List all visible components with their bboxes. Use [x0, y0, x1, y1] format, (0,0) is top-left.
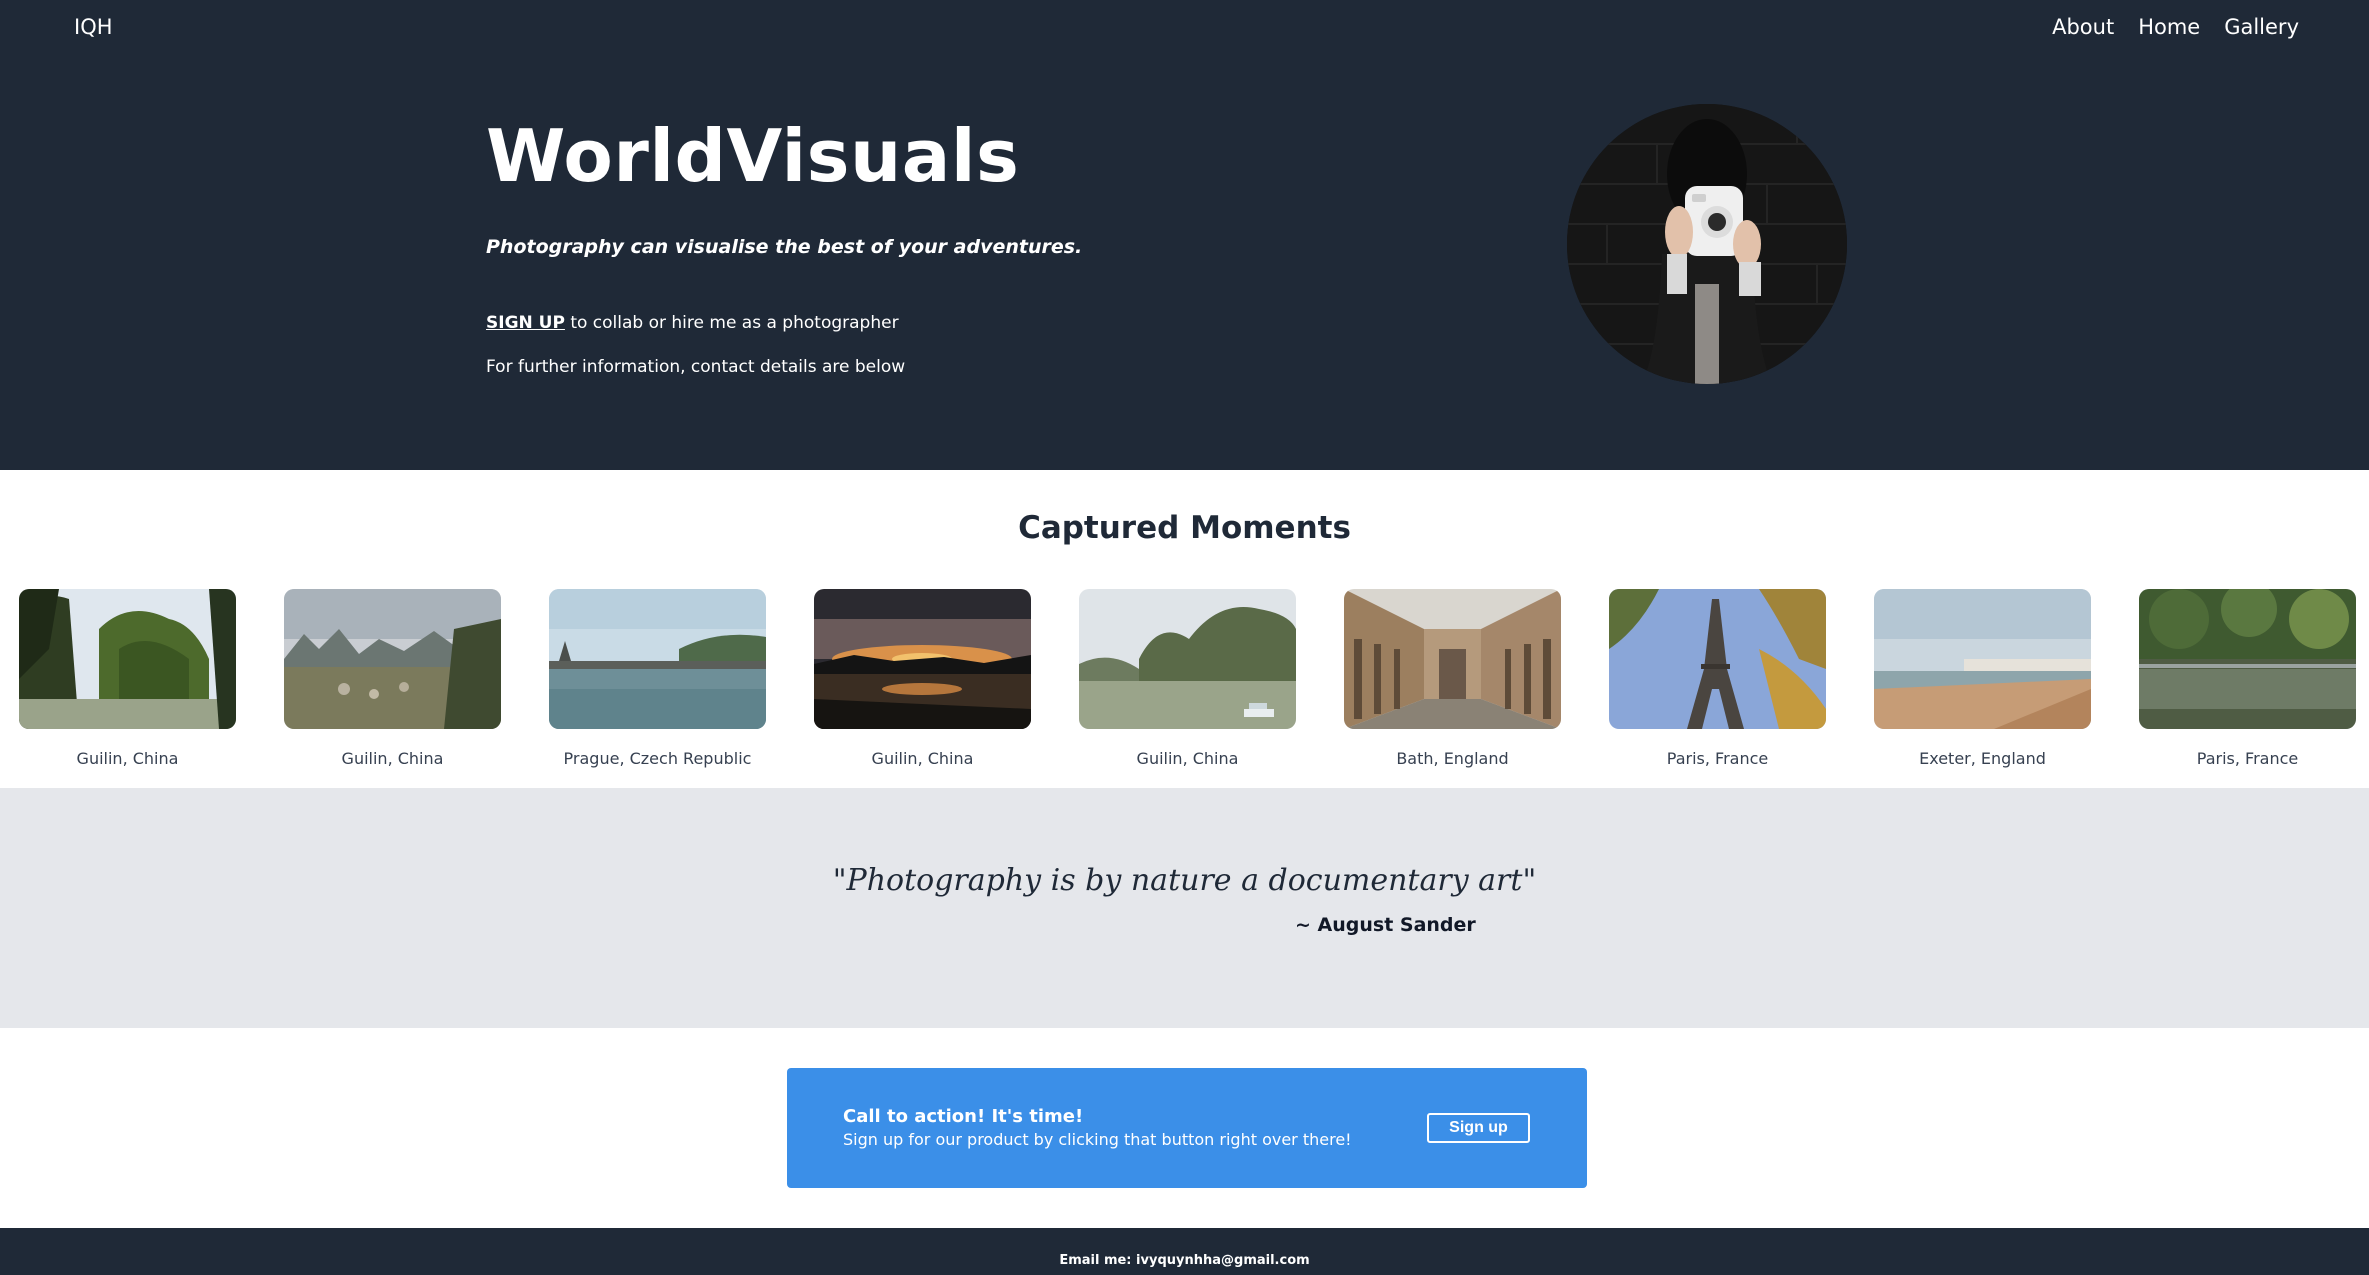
- photo-guilin-karst-valley: [284, 589, 501, 729]
- hero-signup-line: SIGN UP to collab or hire me as a photog…: [486, 313, 899, 333]
- photo-paris-canal-trees: [2139, 589, 2356, 729]
- gallery-item[interactable]: Bath, England: [1344, 589, 1561, 768]
- photo-bath-colonnade-street: [1344, 589, 1561, 729]
- nav-link-gallery[interactable]: Gallery: [2224, 15, 2299, 39]
- signup-text: to collab or hire me as a photographer: [564, 313, 899, 333]
- gallery-caption: Guilin, China: [341, 749, 444, 768]
- nav-link-about[interactable]: About: [2052, 15, 2114, 39]
- gallery-caption: Guilin, China: [871, 749, 974, 768]
- gallery-item[interactable]: Prague, Czech Republic: [549, 589, 766, 768]
- call-to-action-banner: Call to action! It's time! Sign up for o…: [787, 1068, 1587, 1188]
- gallery-caption: Bath, England: [1396, 749, 1509, 768]
- hero-tagline: Photography can visualise the best of yo…: [486, 236, 1083, 258]
- photo-guilin-karst-river: [19, 589, 236, 729]
- gallery-item[interactable]: Guilin, China: [1079, 589, 1296, 768]
- navbar: IQH About Home Gallery: [0, 0, 2369, 56]
- signup-button[interactable]: Sign up: [1427, 1113, 1530, 1143]
- gallery-caption: Paris, France: [2196, 749, 2299, 768]
- gallery-item[interactable]: Paris, France: [2139, 589, 2356, 768]
- gallery-caption: Paris, France: [1666, 749, 1769, 768]
- hero-section: WorldVisuals Photography can visualise t…: [0, 56, 2369, 470]
- cta-title: Call to action! It's time!: [843, 1106, 1084, 1127]
- photo-paris-eiffel-tower: [1609, 589, 1826, 729]
- quote-text: "Photography is by nature a documentary …: [832, 863, 1537, 898]
- photo-guilin-karst-boat: [1079, 589, 1296, 729]
- quote-author: ~ August Sander: [1295, 914, 1476, 936]
- gallery-caption: Prague, Czech Republic: [563, 749, 752, 768]
- cta-subtitle: Sign up for our product by clicking that…: [843, 1130, 1352, 1149]
- logo[interactable]: IQH: [74, 15, 113, 39]
- gallery-item[interactable]: Paris, France: [1609, 589, 1826, 768]
- footer: Email me: ivyquynhha@gmail.com: [0, 1228, 2369, 1275]
- gallery-caption: Guilin, China: [76, 749, 179, 768]
- nav-links: About Home Gallery: [2052, 15, 2299, 39]
- gallery-caption: Guilin, China: [1136, 749, 1239, 768]
- signup-link[interactable]: SIGN UP: [486, 313, 565, 333]
- photo-guilin-sunset-river: [814, 589, 1031, 729]
- nav-link-home[interactable]: Home: [2138, 15, 2200, 39]
- section-heading: Captured Moments: [1018, 510, 1351, 546]
- avatar: [1567, 104, 1847, 384]
- gallery-item[interactable]: Guilin, China: [284, 589, 501, 768]
- photo-exeter-beach-town: [1874, 589, 2091, 729]
- hero-title: WorldVisuals: [486, 114, 1020, 198]
- gallery-caption: Exeter, England: [1919, 749, 2046, 768]
- photographer-portrait: [1567, 104, 1847, 384]
- photo-prague-river-bridge: [549, 589, 766, 729]
- footer-email: Email me: ivyquynhha@gmail.com: [1059, 1253, 1310, 1268]
- gallery-item[interactable]: Guilin, China: [814, 589, 1031, 768]
- quote-section: "Photography is by nature a documentary …: [0, 788, 2369, 1028]
- gallery-item[interactable]: Exeter, England: [1874, 589, 2091, 768]
- hero-info: For further information, contact details…: [486, 357, 906, 377]
- captured-moments-section: Captured Moments Guilin, China Guilin, C…: [0, 470, 2369, 788]
- gallery-item[interactable]: Guilin, China: [19, 589, 236, 768]
